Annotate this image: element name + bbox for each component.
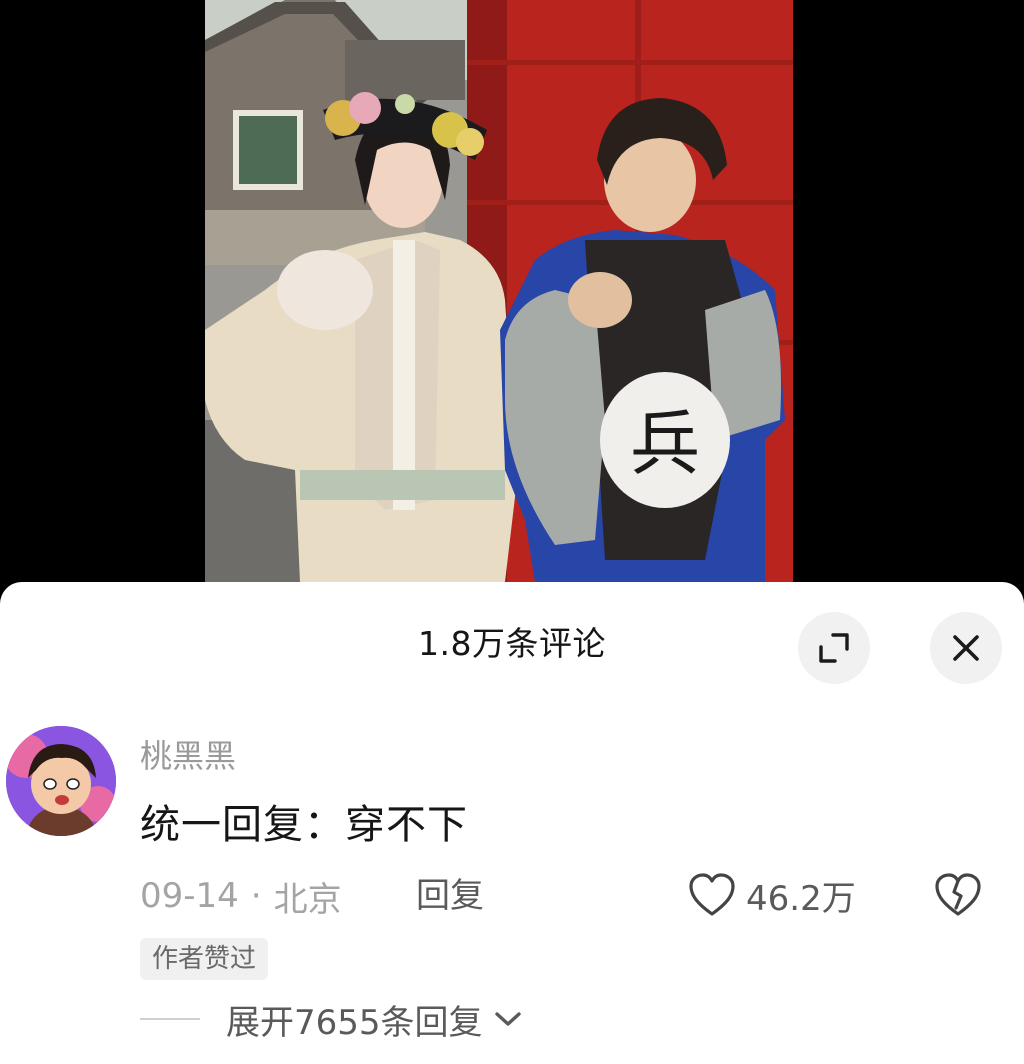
divider-line: [140, 1018, 200, 1020]
close-button[interactable]: [930, 612, 1002, 684]
expand-replies-button[interactable]: 展开7655条回复: [140, 994, 523, 1044]
comment-username[interactable]: 桃黑黑: [140, 736, 236, 776]
expand-button[interactable]: [798, 612, 870, 684]
like-button[interactable]: 46.2万: [688, 870, 856, 920]
chevron-down-icon: [494, 1012, 521, 1026]
author-liked-badge: 作者赞过: [140, 938, 269, 980]
broken-heart-icon: [935, 873, 981, 916]
heart-icon: [689, 873, 735, 916]
comments-count-title: 1.8万条评论: [418, 624, 606, 663]
like-count: 46.2万: [746, 878, 856, 919]
comment-meta: 09-14 · 北京: [140, 874, 342, 920]
dislike-button[interactable]: [934, 872, 982, 920]
video-frame[interactable]: 兵: [205, 0, 793, 582]
expand-icon: [819, 633, 849, 663]
video-player[interactable]: 兵: [0, 0, 1024, 600]
avatar[interactable]: [6, 726, 116, 836]
comments-panel: 1.8万条评论 桃黑黑 统一回复：穿不下 09-14 · 北京 回复 46.2万…: [0, 582, 1024, 1064]
meta-separator: ·: [250, 876, 262, 916]
expand-replies-label: 展开7655条回复: [226, 1002, 483, 1043]
close-icon: [953, 635, 979, 661]
costume-character: 兵: [630, 403, 700, 485]
comment-date: 09-14: [140, 876, 239, 916]
video-still-image: 兵: [205, 0, 793, 582]
comment-location: 北京: [273, 879, 342, 920]
comment-text: 统一回复：穿不下: [140, 802, 468, 848]
reply-button[interactable]: 回复: [416, 874, 484, 918]
